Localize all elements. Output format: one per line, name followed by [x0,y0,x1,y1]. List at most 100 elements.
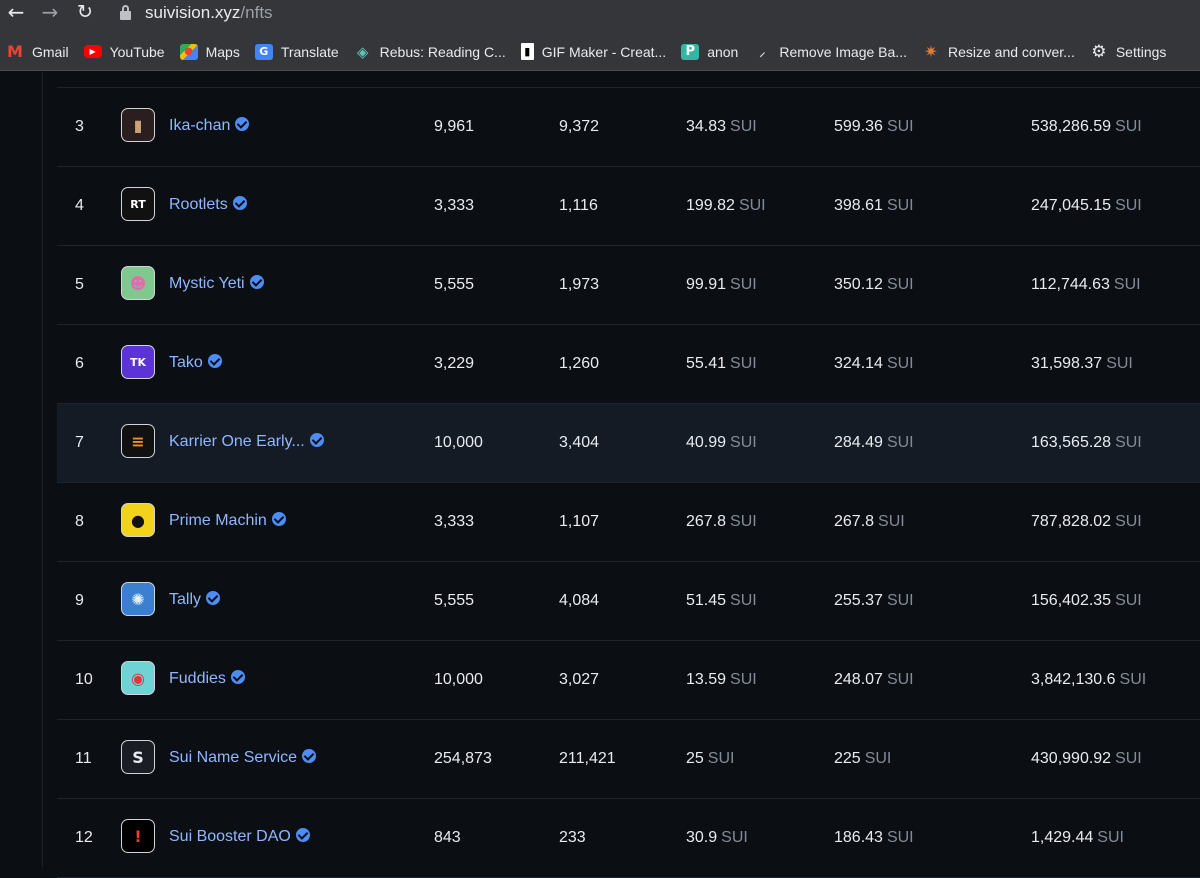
reload-icon[interactable]: ↻ [73,1,97,25]
price-amount: 787,828.02 [1031,513,1112,530]
bookmark-settings[interactable]: ⚙ Settings [1084,37,1173,67]
col-1-value: 3,229 [434,355,475,372]
currency-unit: SUI [1115,197,1142,214]
collection-name-link[interactable]: Prime Machin [169,482,286,560]
collection-thumbnail[interactable]: ≡ [121,424,155,458]
bookmark-maps[interactable]: ● Maps [174,37,246,67]
collection-thumbnail[interactable]: ☻ [121,266,155,300]
currency-unit: SUI [1106,355,1133,372]
col-5-value: 31,598.37 SUI [1031,325,1133,403]
verified-badge-icon [295,828,310,842]
collection-name-link[interactable]: Sui Name Service [169,719,317,797]
back-arrow-icon[interactable]: ← [4,1,28,25]
col-3-value: 199.82 SUI [686,167,766,245]
bookmark-gif-maker[interactable]: ▮ GIF Maker - Creat... [515,37,672,67]
collection-name-link[interactable]: Tally [169,561,221,639]
collection-name-link[interactable]: Rootlets [169,166,247,244]
collection-thumbnail[interactable]: ✺ [121,582,155,616]
rank-number: 12 [75,829,93,846]
col-3-value: 25 SUI [686,720,734,798]
collection-thumbnail[interactable]: ● [121,503,155,537]
col-4-value: 599.36 SUI [834,88,914,166]
col-3-value: 55.41 SUI [686,325,757,403]
page-content: 3 ▮ Ika-chan 9,961 9,372 34.83 SUI 599.36 SUI 538… [0,72,1200,878]
collection-name-link[interactable]: Fuddies [169,640,245,718]
col-5-value: 3,842,130.6 SUI [1031,641,1146,719]
collection-thumbnail[interactable]: RT [121,187,155,221]
currency-unit: SUI [864,750,892,767]
collection-name: Tally [169,591,202,608]
col-1-value: 10,000 [434,671,483,688]
forward-arrow-icon[interactable]: → [38,1,62,25]
currency-unit: SUI [886,355,914,372]
table-row[interactable]: 4 RT Rootlets 3,333 1,116 199.82 SUI 398.61 SUI 2… [57,167,1200,246]
col-1-value: 3,333 [434,197,475,214]
collection-name-link[interactable]: Karrier One Early... [169,403,324,481]
price-amount: 156,402.35 [1031,592,1112,609]
bookmark-resize[interactable]: ✷ Resize and conver... [916,37,1081,67]
col-4-value: 324.14 SUI [834,325,914,403]
price-amount: 398.61 [834,197,883,214]
collection-name-link[interactable]: Mystic Yeti [169,245,264,323]
col-4-value: 225 SUI [834,720,891,798]
table-row[interactable]: 5 ☻ Mystic Yeti 5,555 1,973 99.91 SUI 350.12 SUI… [57,246,1200,325]
collection-name-link[interactable]: Ika-chan [169,87,250,165]
anon-icon: P [681,43,700,60]
bookmark-rebus[interactable]: ◈ Rebus: Reading C... [348,37,512,67]
collection-thumbnail[interactable]: ◉ [121,661,155,695]
rebus-icon: ◈ [356,42,369,61]
table-row[interactable]: 8 ● Prime Machin 3,333 1,107 267.8 SUI 267.8 SUI… [57,483,1200,562]
currency-unit: SUI [730,592,757,609]
price-amount: 199.82 [686,197,735,214]
price-amount: 247,045.15 [1031,197,1112,214]
bookmark-remove-bg[interactable]: ⸝ Remove Image Ba... [747,37,913,67]
currency-unit: SUI [886,434,914,451]
address-bar[interactable]: suivision.xyz/nfts [120,0,273,26]
bookmark-gmail[interactable]: M Gmail [0,37,75,67]
col-3-value: 40.99 SUI [686,404,757,482]
price-amount: 538,286.59 [1031,118,1112,135]
table-row[interactable]: 7 ≡ Karrier One Early... 10,000 3,404 40.99 SU… [57,404,1200,483]
collection-thumbnail[interactable]: TK [121,345,155,379]
url-host: suivision.xyz [145,3,241,22]
price-amount: 31,598.37 [1031,355,1103,372]
verified-badge-icon [249,275,264,289]
currency-unit: SUI [730,434,757,451]
col-2-value: 3,404 [559,434,600,451]
table-row[interactable]: 11 S Sui Name Service 254,873 211,421 25 SUI 22… [57,720,1200,799]
currency-unit: SUI [738,197,766,214]
bookmark-anon[interactable]: Panon [675,37,744,67]
col-4-value: 284.49 SUI [834,404,914,482]
resize-icon: ✷ [924,42,938,61]
rank-number: 11 [75,750,92,767]
col-2-value: 9,372 [559,118,600,135]
collection-thumbnail[interactable]: ! [121,819,155,853]
col-1-value: 843 [434,829,461,846]
collection-name: Prime Machin [169,512,267,529]
col-1-value: 5,555 [434,276,475,293]
bookmark-label: YouTube [109,43,165,60]
bookmark-youtube[interactable]: ▶ YouTube [78,37,171,67]
bookmark-translate[interactable]: G Translate [249,37,345,67]
table-row[interactable]: 6 TK Tako 3,229 1,260 55.41 SUI 324.14 SUI 31,598… [57,325,1200,404]
table-row[interactable]: 9 ✺ Tally 5,555 4,084 51.45 SUI 255.37 SUI 156,40… [57,562,1200,641]
currency-unit: SUI [707,750,735,767]
remove-bg-icon: ⸝ [759,45,766,59]
table-row[interactable]: 10 ◉ Fuddies 10,000 3,027 13.59 SUI 248.07 SUI 3,… [57,641,1200,720]
table-row[interactable]: 12! Sui Booster DAO 843 233 30.9 SUI 186.43 SUI… [57,799,1200,878]
currency-unit: SUI [721,829,748,846]
verified-badge-icon [271,512,286,526]
col-4-value: 350.12 SUI [834,246,914,324]
collection-name-link[interactable]: Sui Booster DAO [169,798,310,876]
col-4-value: 255.37 SUI [834,562,914,640]
collection-thumbnail[interactable]: ▮ [121,108,155,142]
collection-name-link[interactable]: Tako [169,324,222,402]
col-5-value: 247,045.15 SUI [1031,167,1142,245]
currency-unit: SUI [730,671,757,688]
collection-thumbnail[interactable]: S [121,740,155,774]
col-1-value: 5,555 [434,592,475,609]
price-amount: 350.12 [834,276,883,293]
price-amount: 599.36 [834,118,883,135]
col-5-value: 163,565.28 SUI [1031,404,1142,482]
table-row[interactable]: 3 ▮ Ika-chan 9,961 9,372 34.83 SUI 599.36 SUI 538… [57,88,1200,167]
